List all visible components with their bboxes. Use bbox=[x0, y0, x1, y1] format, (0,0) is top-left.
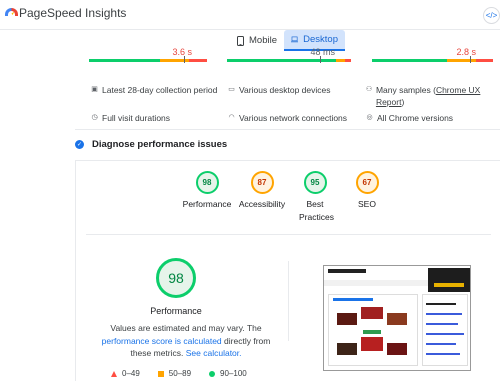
score-circle: 67 bbox=[355, 171, 379, 194]
score-calculated-link[interactable]: performance score is calculated bbox=[102, 336, 222, 346]
field-data-card: 3.6 s 48 ms 2.8 s ▣ Latest 28-day collec… bbox=[75, 44, 500, 130]
performance-score-gauge: 98 bbox=[156, 258, 196, 298]
info-chrome: ◎ All Chrome versions bbox=[366, 113, 454, 123]
metric-distribution-bar bbox=[227, 59, 351, 62]
metric-inp: 48 ms bbox=[227, 44, 352, 74]
info-devices: ▭ Various desktop devices bbox=[228, 85, 331, 95]
legend-good: 90–100 bbox=[209, 369, 247, 378]
metric-marker bbox=[470, 56, 471, 63]
legend-poor: 0–49 bbox=[111, 369, 140, 378]
gauge-label: Best Practices bbox=[299, 199, 334, 222]
legend-average: 50–89 bbox=[157, 369, 191, 378]
timer-icon: ◷ bbox=[91, 114, 98, 121]
metric-distribution-bar bbox=[89, 59, 207, 62]
gauge-label: Accessibility bbox=[238, 199, 286, 209]
users-icon: ⚇ bbox=[365, 86, 373, 93]
metric-value: 3.6 s bbox=[172, 47, 192, 57]
vertical-divider bbox=[288, 261, 289, 341]
thumbnail-site-logo bbox=[328, 269, 366, 276]
square-icon bbox=[157, 370, 164, 377]
info-collection-period: ▣ Latest 28-day collection period bbox=[91, 85, 218, 95]
metric-value: 48 ms bbox=[310, 47, 335, 57]
gauge-label: SEO bbox=[358, 199, 376, 209]
lab-report-card: 98 Performance 87 Accessibility 95 Best … bbox=[75, 160, 500, 381]
metric-lcp: 3.6 s bbox=[89, 44, 214, 74]
info-durations: ◷ Full visit durations bbox=[91, 113, 171, 123]
metric-value: 2.8 s bbox=[456, 47, 476, 57]
share-icon[interactable]: </> bbox=[483, 7, 500, 24]
score-circle: 95 bbox=[303, 171, 327, 194]
diagnose-heading: ✓ Diagnose performance issues bbox=[75, 139, 227, 150]
gauge-seo[interactable]: 67 SEO bbox=[337, 171, 397, 211]
pagespeed-logo-icon bbox=[5, 8, 18, 16]
gauge-accessibility[interactable]: 87 Accessibility bbox=[232, 171, 292, 211]
monitor-icon: ▭ bbox=[228, 86, 235, 93]
gauge-best-practices[interactable]: 95 Best Practices bbox=[285, 171, 345, 224]
app-header: PageSpeed Insights </> bbox=[0, 0, 500, 30]
score-circle: 87 bbox=[250, 171, 274, 194]
metric-fcp: 2.8 s bbox=[372, 44, 497, 74]
performance-title: Performance bbox=[150, 306, 202, 316]
calendar-icon: ▣ bbox=[91, 86, 98, 93]
metric-distribution-bar bbox=[372, 59, 493, 62]
page-screenshot-thumbnail bbox=[323, 265, 471, 371]
info-network: ◠ Various network connections bbox=[228, 113, 348, 123]
thumbnail-sidebar bbox=[422, 294, 468, 366]
diagnose-icon: ✓ bbox=[75, 140, 84, 149]
circle-icon bbox=[209, 370, 216, 377]
diagnose-label: Diagnose performance issues bbox=[92, 139, 228, 150]
wifi-icon: ◠ bbox=[228, 114, 235, 121]
divider bbox=[86, 234, 491, 235]
app-title: PageSpeed Insights bbox=[19, 6, 127, 20]
metric-marker bbox=[320, 56, 321, 63]
laptop-icon bbox=[291, 36, 299, 43]
gauge-performance[interactable]: 98 Performance bbox=[177, 171, 237, 211]
see-calculator-link[interactable]: See calculator. bbox=[186, 348, 242, 358]
metric-marker bbox=[184, 56, 185, 63]
thumbnail-main-content bbox=[328, 294, 418, 366]
chrome-icon: ◎ bbox=[366, 114, 373, 121]
thumbnail-cookie-banner bbox=[428, 268, 470, 292]
gauge-label: Performance bbox=[182, 199, 232, 209]
score-circle: 98 bbox=[195, 171, 219, 194]
info-samples: ⚇ Many samples (Chrome UX Report) bbox=[365, 85, 481, 107]
score-legend: 0–49 50–89 90–100 bbox=[111, 369, 247, 378]
triangle-icon bbox=[111, 370, 117, 377]
performance-note: Values are estimated and may vary. The p… bbox=[101, 323, 271, 358]
